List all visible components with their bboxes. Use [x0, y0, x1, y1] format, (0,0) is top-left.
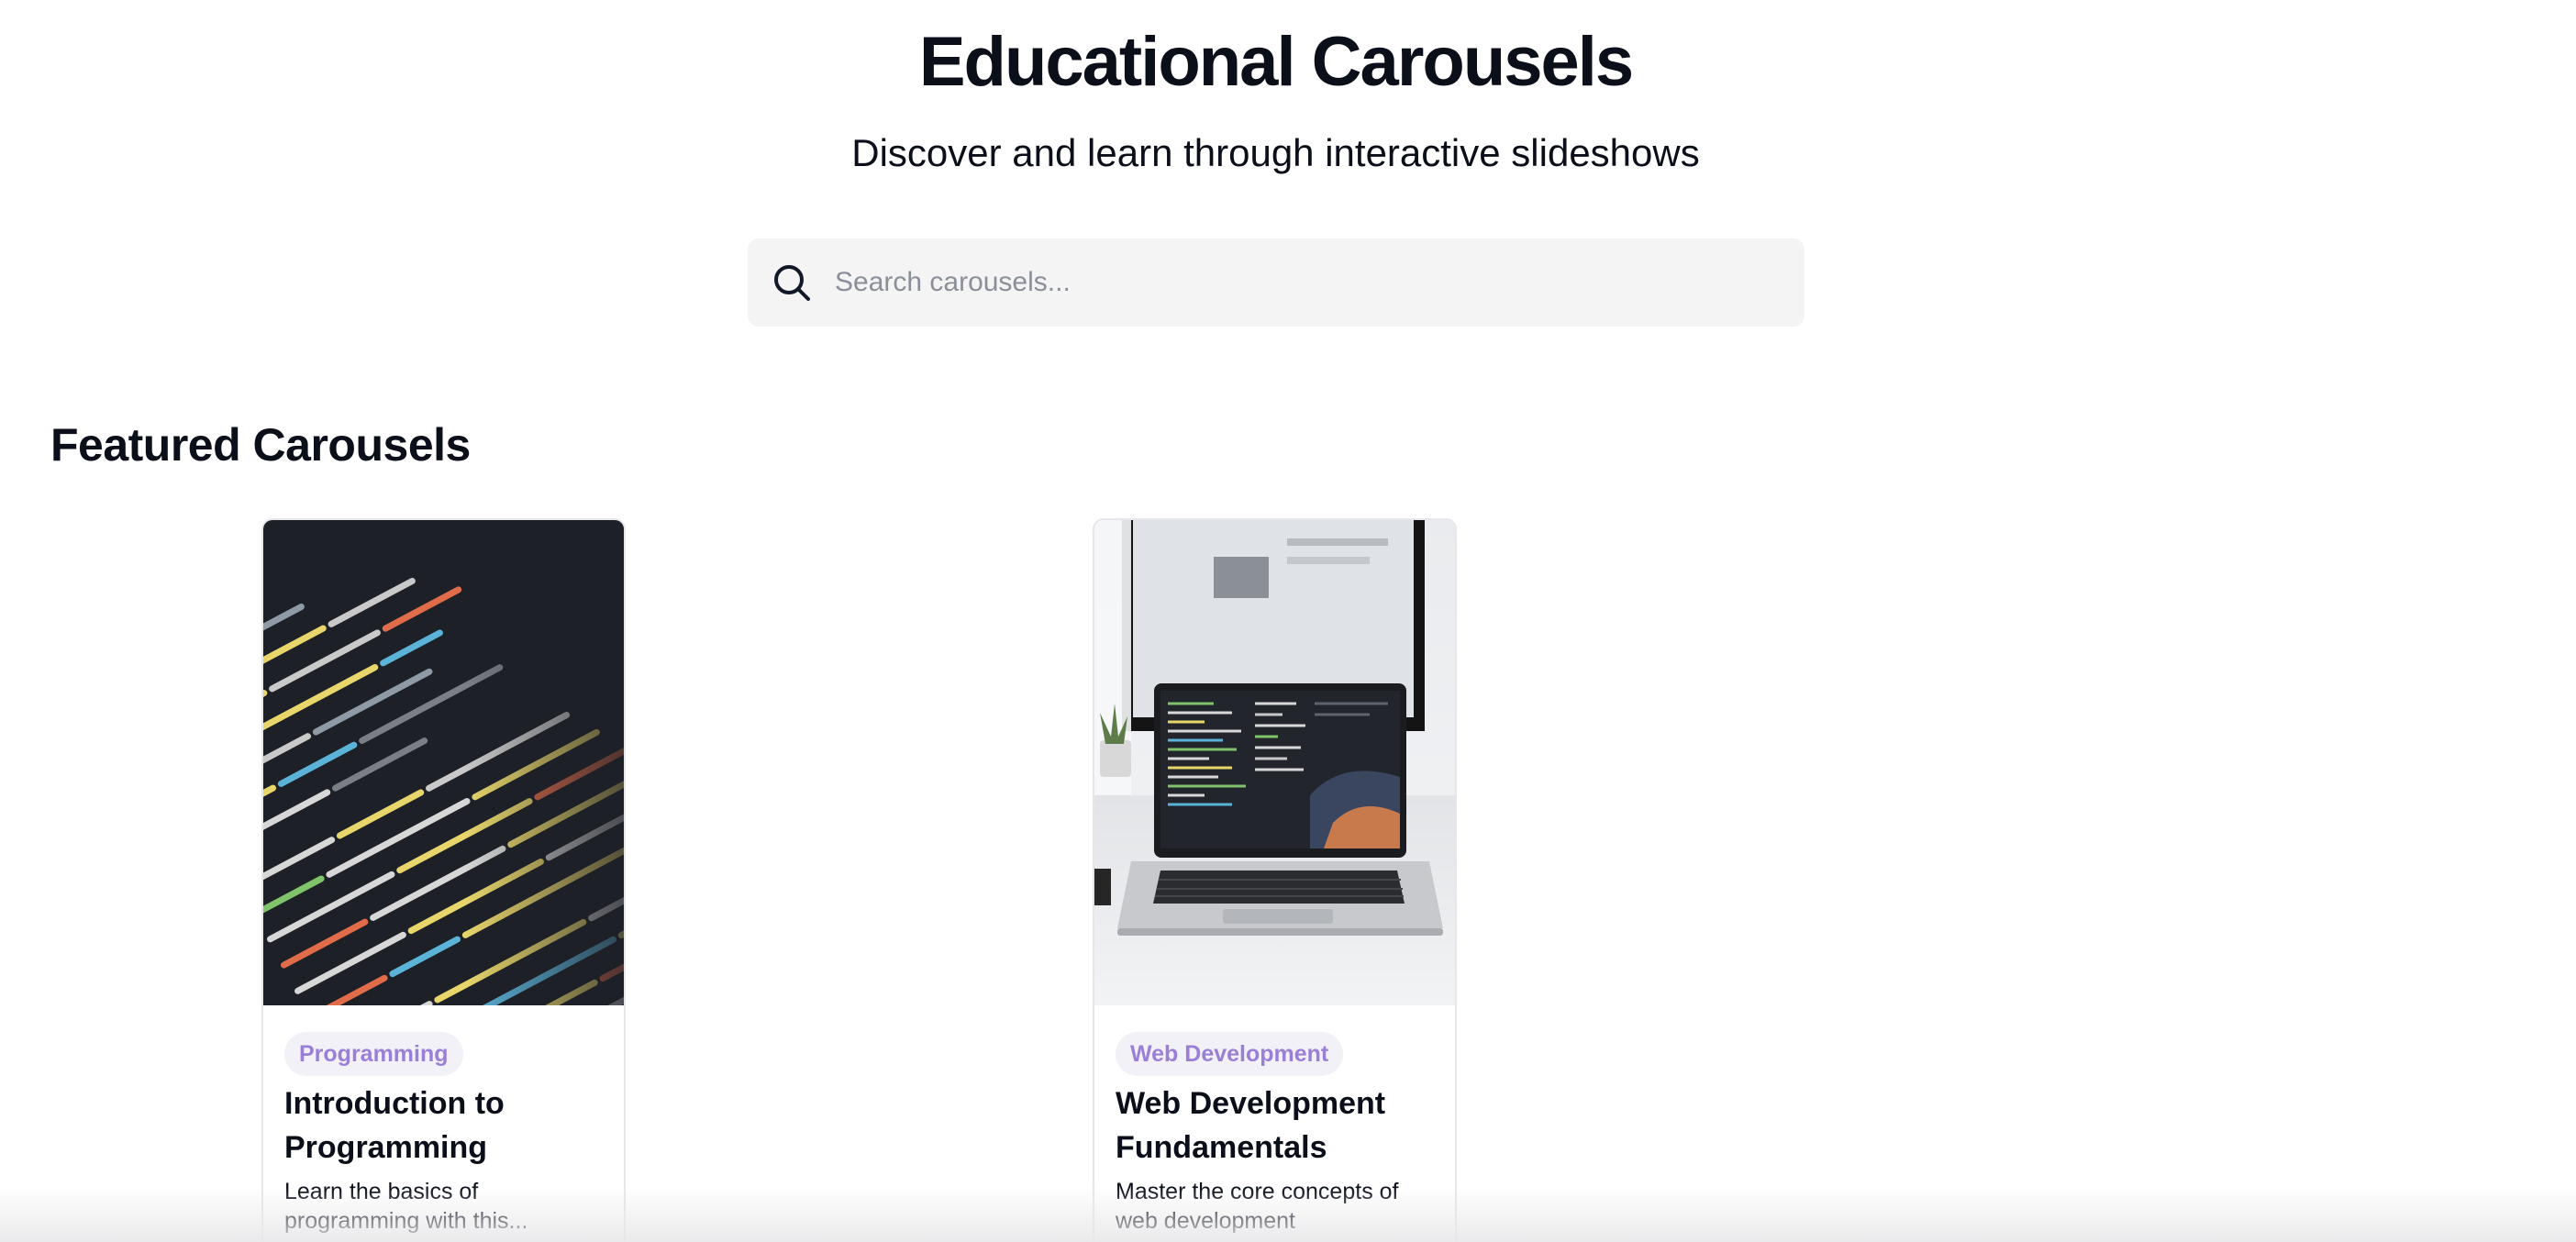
page-title: Educational Carousels: [918, 23, 1634, 101]
search-icon: [774, 265, 810, 301]
carousel-card[interactable]: Programming Introduction to Programming …: [261, 518, 626, 1242]
laptop-desk-image: [1094, 520, 1455, 1005]
card-title[interactable]: Introduction to Programming: [284, 1081, 605, 1170]
search-bar[interactable]: [748, 238, 1804, 327]
category-badge: Web Development: [1116, 1032, 1344, 1076]
card-title[interactable]: Web Development Fundamentals: [1116, 1081, 1437, 1170]
carousel-card[interactable]: Web Development Web Development Fundamen…: [1093, 518, 1457, 1242]
card-description: Learn the basics of programming with thi…: [284, 1179, 528, 1234]
section-title-featured: Featured Carousels: [50, 419, 471, 471]
category-badge: Programming: [284, 1032, 463, 1076]
page: Educational Carousels Discover and learn…: [0, 0, 2576, 1242]
search-input[interactable]: [821, 238, 1784, 327]
page-subtitle: Discover and learn through interactive s…: [851, 131, 1700, 174]
code-screen-image: [263, 520, 624, 1005]
card-description: Master the core concepts of web developm…: [1116, 1179, 1399, 1234]
